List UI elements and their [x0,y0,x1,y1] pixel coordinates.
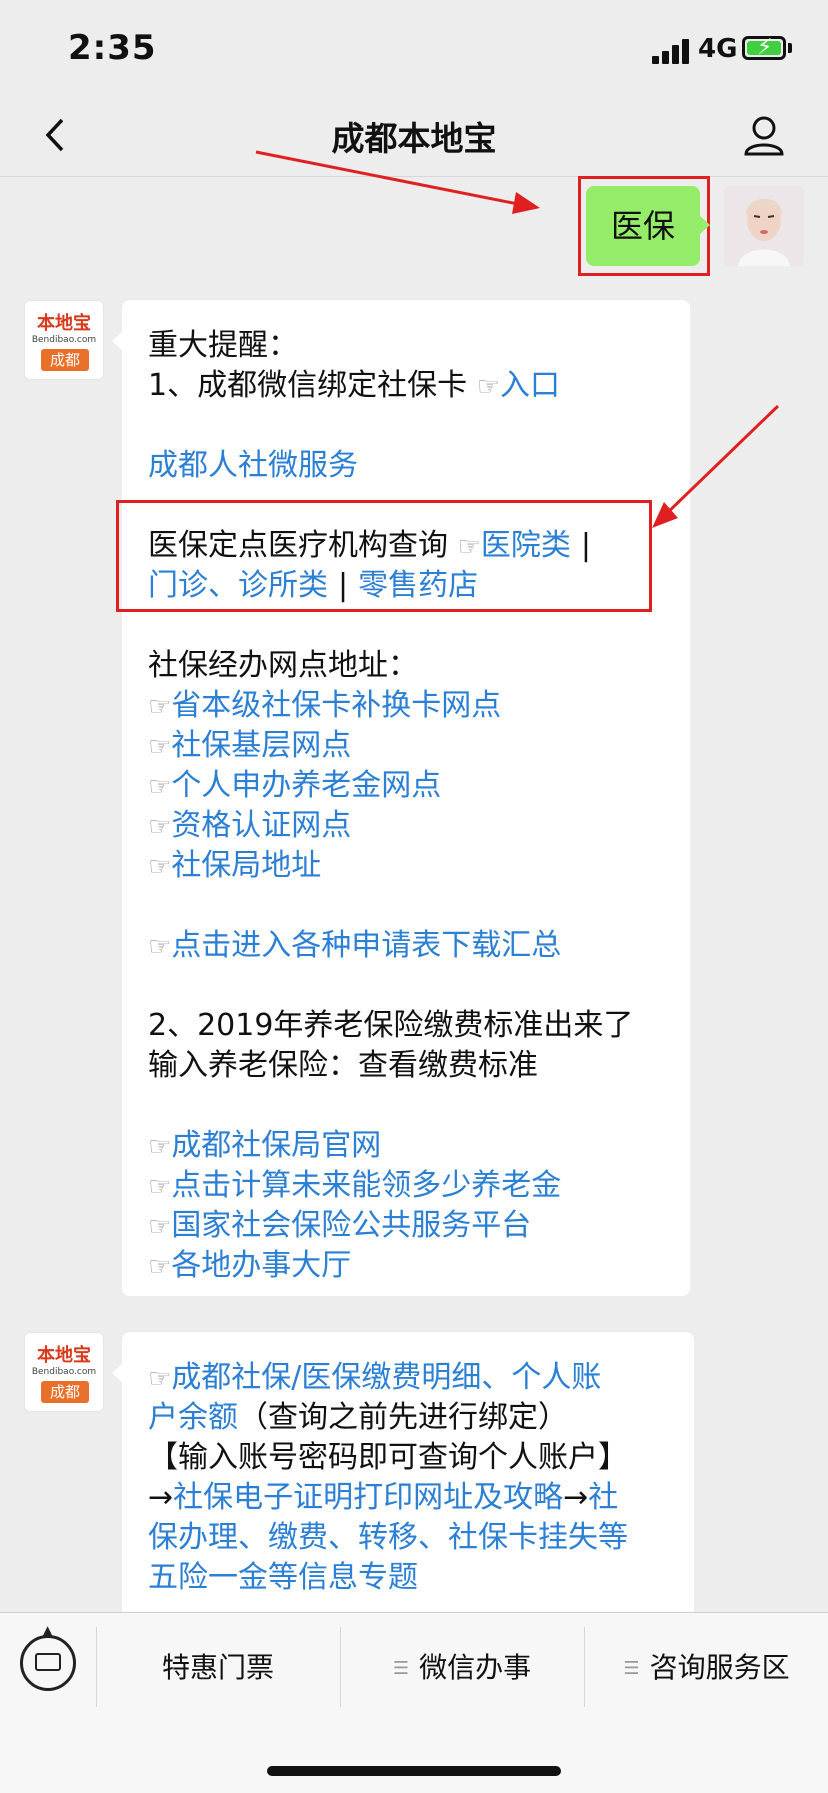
menu-item-label: 微信办事 [419,1651,532,1684]
office-link-item[interactable]: ☞个人申办养老金网点 [148,766,690,806]
office-link-item[interactable]: ☞社保基层网点 [148,726,690,766]
pointing-hand-icon: ☞ [148,852,172,882]
item1-text: 1、成都微信绑定社保卡 [148,368,468,403]
rs-microservice-link[interactable]: 成都人社微服务 [148,446,690,486]
topic-link[interactable]: 社 [588,1480,618,1515]
status-bar: 2:35 4G ⚡ [0,0,828,100]
pointing-hand-icon: ☞ [148,732,172,762]
bottom-link[interactable]: 各地办事大厅 [171,1248,351,1283]
bottom-link-item[interactable]: ☞成都社保局官网 [148,1126,690,1166]
bot-avatar[interactable]: 本地宝 Bendibao.com 成都 [24,1332,104,1412]
my-message-bubble[interactable]: 医保 [586,186,710,266]
pointing-hand-icon: ☞ [476,372,500,402]
office-link-item[interactable]: ☞社保局地址 [148,846,690,886]
menu-item-label: 咨询服务区 [649,1651,790,1684]
caret-up-icon: ▲ [43,1623,53,1637]
bot-message-2: ☞成都社保/医保缴费明细、个人账 户余额（查询之前先进行绑定） 【输入账号密码即… [112,1332,694,1622]
menu-item-consulting[interactable]: ☰ 咨询服务区 [585,1643,828,1693]
bottom-link-item[interactable]: ☞点击计算未来能领多少养老金 [148,1166,690,1206]
office-link[interactable]: 省本级社保卡补换卡网点 [171,688,501,723]
forms-link-item[interactable]: ☞点击进入各种申请表下载汇总 [148,926,690,966]
bot-avatar[interactable]: 本地宝 Bendibao.com 成都 [24,300,104,380]
bottom-link[interactable]: 成都社保局官网 [171,1128,381,1163]
bot-avatar-brand: 本地宝 [37,313,91,334]
topic-link-cont[interactable]: 保办理、缴费、转移、社保卡挂失等 [148,1518,694,1558]
network-type: 4G [698,34,738,64]
keyboard-icon [35,1653,61,1671]
pointing-hand-icon: ☞ [148,932,172,962]
user-avatar[interactable] [724,186,804,266]
offices-heading: 社保经办网点地址： [148,648,418,683]
pointing-hand-icon: ☞ [148,1252,172,1282]
topic-link-cont-2[interactable]: 五险一金等信息专题 [148,1558,694,1598]
item2-line: 2、2019年养老保险缴费标准出来了 [148,1008,634,1043]
menu-icon: ☰ [392,1658,410,1679]
user-icon [744,116,784,156]
bot-avatar-brand: 本地宝 [37,1345,91,1366]
office-link[interactable]: 资格认证网点 [171,808,351,843]
certificate-line: →社保电子证明打印网址及攻略→社 [148,1478,694,1518]
bot-avatar-domain: Bendibao.com [31,1367,97,1377]
keyboard-toggle-button[interactable] [20,1635,76,1691]
office-link[interactable]: 个人申办养老金网点 [171,768,441,803]
menu-icon: ☰ [623,1658,640,1679]
page-title: 成都本地宝 [331,119,497,158]
arrow-icon: → [563,1480,589,1515]
pointing-hand-icon: ☞ [148,1212,172,1242]
bottom-link[interactable]: 点击计算未来能领多少养老金 [171,1168,561,1203]
pointing-hand-icon: ☞ [148,1132,172,1162]
battery-icon: ⚡ [742,35,786,60]
item1-line: 1、成都微信绑定社保卡 ☞入口 [148,366,690,406]
payment-link-line[interactable]: ☞成都社保/医保缴费明细、个人账 [148,1358,694,1398]
bottom-link-item[interactable]: ☞国家社会保险公共服务平台 [148,1206,690,1246]
entry-link[interactable]: 入口 [500,368,560,403]
bot-avatar-city: 成都 [41,1381,89,1403]
home-indicator [267,1766,561,1776]
payment-detail-link[interactable]: 成都社保/医保缴费明细、个人账 [171,1360,601,1395]
signal-icon [652,38,692,64]
pointing-hand-icon: ☞ [148,1172,172,1202]
bot-message-1: 重大提醒： 1、成都微信绑定社保卡 ☞入口 成都人社微服务 医保定点医疗机构查询… [112,300,690,1296]
pointing-hand-icon: ☞ [148,692,172,722]
payment-link-line-2: 户余额（查询之前先进行绑定） [148,1398,694,1438]
profile-button[interactable] [742,110,786,160]
battery-tip [788,43,792,53]
bot-avatar-domain: Bendibao.com [31,335,97,345]
menu-item-wechat-services[interactable]: ☰ 微信办事 [341,1643,583,1693]
forms-link[interactable]: 点击进入各种申请表下载汇总 [171,928,561,963]
medical-query-highlight [116,500,652,612]
bind-note: （查询之前先进行绑定） [238,1400,568,1435]
office-link-item[interactable]: ☞资格认证网点 [148,806,690,846]
menu-item-label: 特惠门票 [161,1651,274,1684]
office-link[interactable]: 社保局地址 [171,848,321,883]
status-time: 2:35 [68,28,157,68]
certificate-link[interactable]: 社保电子证明打印网址及攻略 [173,1480,563,1515]
pointing-hand-icon: ☞ [148,772,172,802]
nav-bar: 成都本地宝 [0,100,828,177]
item2-line-2: 输入养老保险：查看缴费标准 [148,1048,538,1083]
bottom-link-item[interactable]: ☞各地办事大厅 [148,1246,690,1286]
pointing-hand-icon: ☞ [148,1364,172,1394]
user-avatar-image [724,186,804,266]
menu-item-tickets[interactable]: 特惠门票 [97,1643,339,1693]
office-link-item[interactable]: ☞省本级社保卡补换卡网点 [148,686,690,726]
arrow-icon: → [148,1480,174,1515]
office-link[interactable]: 社保基层网点 [171,728,351,763]
pointing-hand-icon: ☞ [148,812,172,842]
account-query-note: 【输入账号密码即可查询个人账户】 [148,1440,628,1475]
bottom-link[interactable]: 国家社会保险公共服务平台 [171,1208,531,1243]
bot-avatar-city: 成都 [41,349,89,371]
payment-detail-link-cont[interactable]: 户余额 [148,1400,238,1435]
reminder-heading: 重大提醒： [148,328,298,363]
